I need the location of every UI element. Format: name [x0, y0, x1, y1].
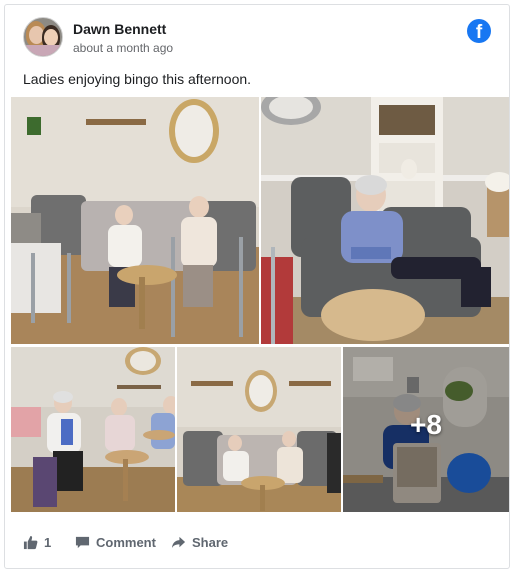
facebook-post-card: Dawn Bennett about a month ago f Ladies …	[4, 4, 510, 569]
avatar[interactable]	[23, 17, 63, 57]
photo-2-image	[261, 97, 509, 344]
author-name[interactable]: Dawn Bennett	[73, 21, 166, 37]
post-text: Ladies enjoying bingo this afternoon.	[23, 71, 252, 87]
post-actions: 1 Comment Share	[23, 535, 493, 555]
photo-4-image	[177, 347, 341, 512]
share-label: Share	[192, 535, 229, 550]
like-button[interactable]: 1	[23, 535, 51, 550]
facebook-icon[interactable]: f	[467, 19, 491, 43]
photo-4[interactable]	[177, 347, 341, 512]
photo-5-more[interactable]: +8	[343, 347, 509, 512]
photo-3[interactable]	[11, 347, 175, 512]
photo-3-image	[11, 347, 175, 512]
share-button[interactable]: Share	[171, 535, 228, 550]
comment-label: Comment	[96, 535, 156, 550]
photo-1[interactable]	[11, 97, 259, 344]
post-header: Dawn Bennett about a month ago f	[23, 17, 493, 65]
comment-button[interactable]: Comment	[75, 535, 156, 550]
post-timestamp[interactable]: about a month ago	[73, 41, 173, 55]
like-count: 1	[44, 535, 52, 550]
comment-icon	[75, 536, 90, 549]
share-arrow-icon	[171, 536, 186, 549]
thumbs-up-icon	[23, 535, 38, 550]
photo-1-image	[11, 97, 259, 344]
photo-2[interactable]	[261, 97, 509, 344]
more-photos-count[interactable]: +8	[343, 409, 509, 441]
